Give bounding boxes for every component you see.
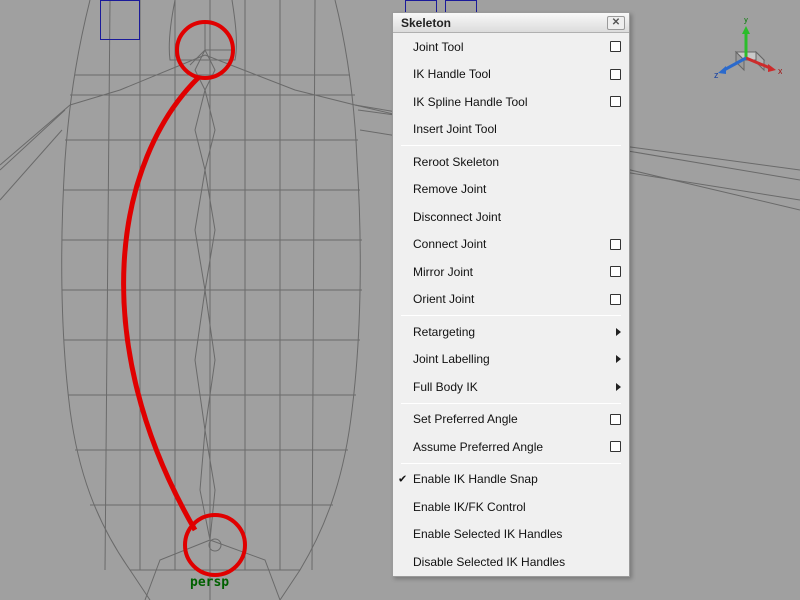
menu-item[interactable]: Remove Joint <box>393 176 629 204</box>
menu-item-label: Full Body IK <box>413 380 616 394</box>
menu-item[interactable]: Joint Tool <box>393 33 629 61</box>
menu-item-label: Reroot Skeleton <box>413 155 621 169</box>
menu-title-bar[interactable]: Skeleton ✕ <box>393 13 629 33</box>
options-box-icon[interactable] <box>610 41 621 52</box>
check-icon: ✔ <box>398 473 407 486</box>
menu-item-label: Insert Joint Tool <box>413 122 621 136</box>
menu-item-label: Set Preferred Angle <box>413 412 610 426</box>
menu-item[interactable]: Set Preferred Angle <box>393 406 629 434</box>
menu-item[interactable]: Retargeting <box>393 318 629 346</box>
control-curve[interactable] <box>100 0 140 40</box>
menu-item-label: Remove Joint <box>413 182 621 196</box>
options-box-icon[interactable] <box>610 294 621 305</box>
options-box-icon[interactable] <box>610 96 621 107</box>
menu-item-label: Assume Preferred Angle <box>413 440 610 454</box>
menu-separator <box>401 403 621 404</box>
svg-text:y: y <box>744 18 749 24</box>
skeleton-menu: Skeleton ✕ Joint Tool IK Handle Tool IK Sp… <box>392 12 630 577</box>
view-axis-gizmo[interactable]: y x z <box>710 18 782 90</box>
menu-item[interactable]: Joint Labelling <box>393 346 629 374</box>
menu-item-label: Retargeting <box>413 325 616 339</box>
menu-item-label: Enable IK/FK Control <box>413 500 621 514</box>
options-box-icon[interactable] <box>610 239 621 250</box>
menu-item[interactable]: Connect Joint <box>393 231 629 259</box>
menu-item[interactable]: Disable Selected IK Handles <box>393 548 629 576</box>
menu-item[interactable]: Orient Joint <box>393 286 629 314</box>
menu-item[interactable]: ✔ Enable IK Handle Snap <box>393 466 629 494</box>
options-box-icon[interactable] <box>610 266 621 277</box>
menu-item[interactable]: Assume Preferred Angle <box>393 433 629 461</box>
options-box-icon[interactable] <box>610 414 621 425</box>
menu-item[interactable]: Mirror Joint <box>393 258 629 286</box>
menu-item-label: Orient Joint <box>413 292 610 306</box>
menu-item-label: Enable Selected IK Handles <box>413 527 621 541</box>
menu-item[interactable]: Full Body IK <box>393 373 629 401</box>
chevron-right-icon <box>616 355 621 363</box>
menu-item[interactable]: Insert Joint Tool <box>393 116 629 144</box>
menu-separator <box>401 463 621 464</box>
menu-item-label: Joint Labelling <box>413 352 616 366</box>
menu-item-label: Enable IK Handle Snap <box>413 472 621 486</box>
chevron-right-icon <box>616 383 621 391</box>
camera-label: persp <box>190 575 229 590</box>
menu-item-label: Disconnect Joint <box>413 210 621 224</box>
menu-item-label: IK Handle Tool <box>413 67 610 81</box>
menu-item-label: Disable Selected IK Handles <box>413 555 621 569</box>
menu-item-label: Connect Joint <box>413 237 610 251</box>
menu-item-label: Mirror Joint <box>413 265 610 279</box>
menu-separator <box>401 315 621 316</box>
menu-title-label: Skeleton <box>401 16 451 30</box>
chevron-right-icon <box>616 328 621 336</box>
options-box-icon[interactable] <box>610 441 621 452</box>
close-icon[interactable]: ✕ <box>607 16 625 30</box>
menu-separator <box>401 145 621 146</box>
menu-item-label: IK Spline Handle Tool <box>413 95 610 109</box>
menu-item[interactable]: Disconnect Joint <box>393 203 629 231</box>
menu-item-label: Joint Tool <box>413 40 610 54</box>
options-box-icon[interactable] <box>610 69 621 80</box>
svg-text:z: z <box>714 70 719 80</box>
menu-item[interactable]: IK Spline Handle Tool <box>393 88 629 116</box>
menu-item[interactable]: Enable Selected IK Handles <box>393 521 629 549</box>
maya-viewport[interactable]: persp y x z Skeleton ✕ Joint Tool IK Hand… <box>0 0 800 600</box>
menu-item[interactable]: Enable IK/FK Control <box>393 493 629 521</box>
svg-text:x: x <box>778 66 782 76</box>
menu-item[interactable]: Reroot Skeleton <box>393 148 629 176</box>
menu-item[interactable]: IK Handle Tool <box>393 61 629 89</box>
